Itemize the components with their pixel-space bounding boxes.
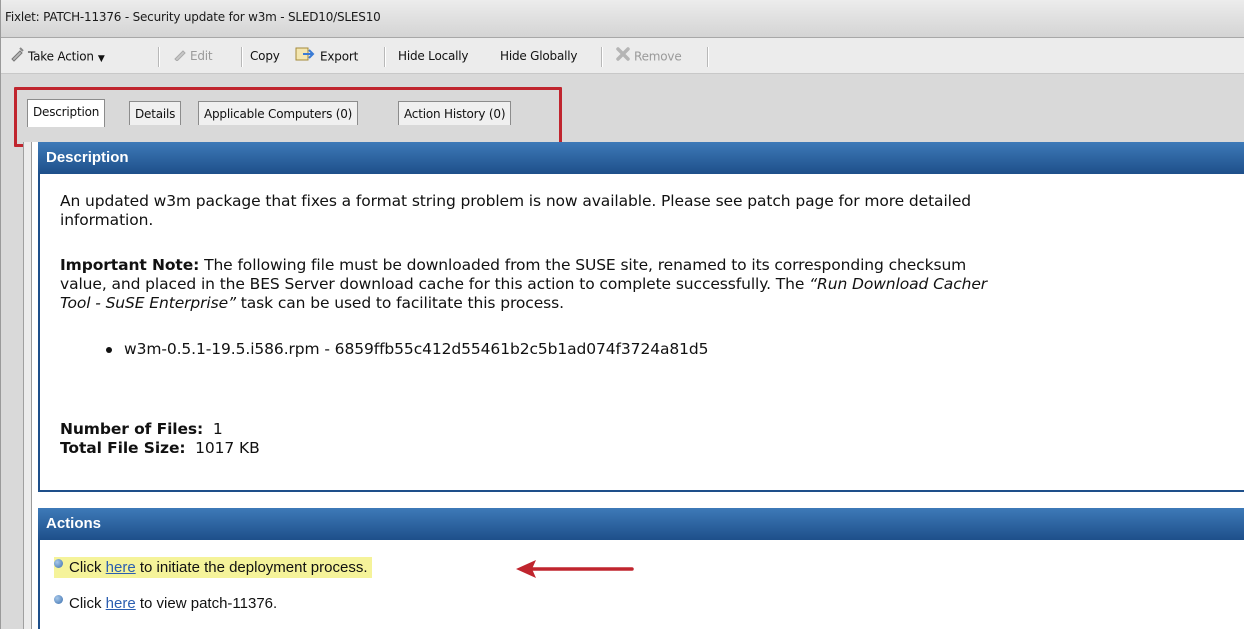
bullet-icon [106, 346, 112, 353]
toolbar: Take Action ▼ Edit Copy Export Hide Local… [1, 38, 1244, 74]
toolbar-separator [707, 47, 708, 67]
blue-bullet-icon [54, 595, 63, 604]
annotation-arrow-icon [516, 560, 634, 578]
description-panel: Description An updated w3m package that … [31, 142, 1244, 629]
important-note-label: Important Note: [60, 256, 200, 274]
view-patch-here-link[interactable]: here [106, 595, 136, 612]
important-note: Important Note: The following file must … [60, 256, 987, 313]
note-text: task can be used to facilitate this proc… [235, 294, 564, 312]
deploy-highlight: Click here to initiate the deployment pr… [54, 557, 372, 578]
remove-button[interactable]: Remove [615, 46, 682, 66]
action-text: to view patch-11376. [135, 595, 278, 612]
note-text: The following file must be downloaded fr… [199, 256, 967, 274]
deploy-here-link[interactable]: here [106, 559, 136, 576]
export-label: Export [320, 49, 359, 64]
window-title: Fixlet: PATCH-11376 - Security update fo… [5, 10, 381, 24]
edit-button[interactable]: Edit [173, 46, 213, 67]
copy-button[interactable]: Copy [250, 46, 280, 66]
fixlet-window: Fixlet: PATCH-11376 - Security update fo… [0, 0, 1244, 629]
num-files-value: 1 [212, 420, 223, 438]
blue-bullet-icon [54, 559, 63, 568]
panel-left-border [23, 142, 31, 629]
total-size-label: Total File Size: [60, 439, 186, 457]
action-text: Click [69, 559, 106, 576]
take-action-icon [9, 46, 25, 68]
export-button[interactable]: Export [295, 46, 358, 66]
toolbar-separator [241, 47, 242, 67]
chevron-down-icon: ▼ [97, 53, 105, 64]
action-item-deploy: Click here to initiate the deployment pr… [54, 554, 372, 582]
remove-label: Remove [634, 49, 682, 64]
take-action-label: Take Action [28, 49, 94, 64]
toolbar-separator [384, 47, 385, 67]
copy-label: Copy [250, 49, 280, 63]
description-paragraph: An updated w3m package that fixes a form… [60, 192, 971, 230]
hide-locally-button[interactable]: Hide Locally [398, 46, 469, 66]
file-name-checksum: w3m-0.5.1-19.5.i586.rpm - 6859ffb55c412d… [124, 340, 709, 358]
file-stats: Number of Files: 1 Total File Size: 1017… [60, 420, 260, 458]
num-files-label: Number of Files: [60, 420, 204, 438]
description-section-header: Description [38, 142, 1244, 174]
hide-globally-button[interactable]: Hide Globally [500, 46, 577, 66]
description-section-body: An updated w3m package that fixes a form… [38, 174, 1244, 492]
description-line: information. [60, 211, 154, 229]
window-titlebar: Fixlet: PATCH-11376 - Security update fo… [1, 0, 1244, 38]
action-item-view-patch: Click here to view patch-11376. [54, 590, 277, 618]
toolbar-separator [601, 47, 602, 67]
actions-section-body: Click here to initiate the deployment pr… [38, 540, 1244, 629]
description-line: An updated w3m package that fixes a form… [60, 192, 972, 210]
note-task-name: “Run Download Cacher [809, 275, 988, 293]
hide-locally-label: Hide Locally [398, 49, 469, 63]
annotation-red-box [14, 87, 562, 147]
hide-globally-label: Hide Globally [500, 49, 578, 63]
take-action-button[interactable]: Take Action ▼ [9, 46, 105, 66]
note-task-name: Tool - SuSE Enterprise” [60, 294, 236, 312]
edit-label: Edit [190, 49, 213, 63]
remove-x-icon [615, 46, 631, 68]
pencil-icon [173, 47, 187, 67]
note-text: value, and placed in the BES Server down… [60, 275, 810, 293]
file-list-item: w3m-0.5.1-19.5.i586.rpm - 6859ffb55c412d… [106, 340, 708, 359]
toolbar-separator [158, 47, 159, 67]
action-text: to initiate the deployment process. [135, 559, 368, 576]
total-size-value: 1017 KB [195, 439, 260, 457]
action-text: Click [69, 595, 106, 612]
actions-section-header: Actions [38, 508, 1244, 540]
export-icon [295, 46, 317, 68]
